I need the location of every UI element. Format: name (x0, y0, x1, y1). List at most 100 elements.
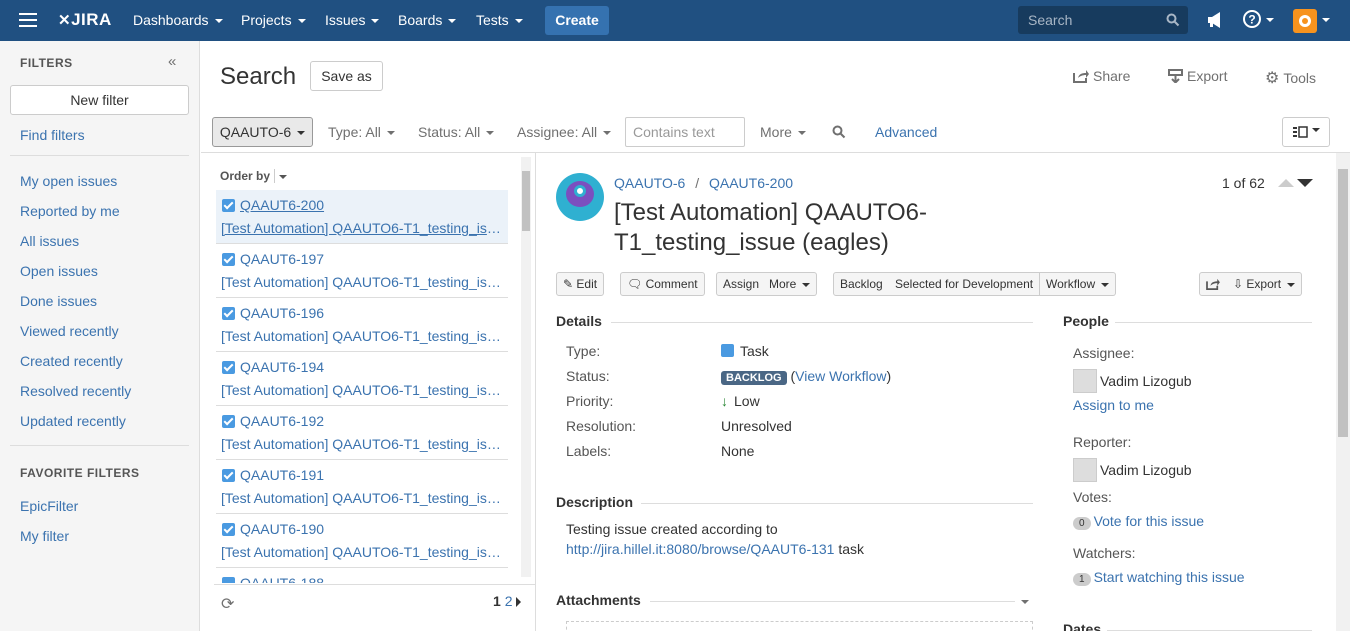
project-avatar[interactable] (556, 173, 604, 221)
divider (201, 152, 1350, 153)
next-issue-icon[interactable] (1297, 179, 1313, 187)
attachments-dropzone[interactable] (566, 621, 1033, 631)
project-filter[interactable]: QAAUTO-6 (212, 117, 313, 147)
help-icon[interactable]: ? (1243, 10, 1261, 31)
assignee-label: Assignee: (1073, 345, 1135, 361)
nav-issues[interactable]: Issues (325, 12, 380, 28)
assignee-name[interactable]: Vadim Lizogub (1100, 373, 1192, 389)
list-item[interactable]: QAAUT6-190 [Test Automation] QAAUTO6-T1_t… (216, 514, 508, 568)
export-dropdown[interactable]: ⇩ Export (1227, 272, 1303, 296)
nav-boards[interactable]: Boards (398, 12, 457, 28)
detail-scrollbar[interactable] (1336, 153, 1350, 631)
divider (214, 584, 535, 585)
nav-projects[interactable]: Projects (241, 12, 306, 28)
issue-key[interactable]: QAAUT6-194 (240, 359, 324, 375)
type-label: Type: (566, 343, 601, 359)
previous-issue-icon[interactable] (1278, 179, 1294, 187)
filter-created-recently[interactable]: Created recently (20, 353, 123, 369)
nav-tests[interactable]: Tests (476, 12, 523, 28)
share-button[interactable] (1199, 272, 1228, 296)
issue-key[interactable]: QAAUT6-190 (240, 521, 324, 537)
comment-button[interactable]: 🗨 Comment (620, 272, 705, 296)
list-item[interactable]: QAAUT6-192 [Test Automation] QAAUTO6-T1_t… (216, 406, 508, 460)
refresh-icon[interactable]: ⟳ (221, 594, 234, 614)
issue-summary[interactable]: [Test Automation] QAAUTO6-T1_testing_iss… (221, 220, 506, 236)
find-filters-link[interactable]: Find filters (20, 127, 85, 143)
view-workflow-link[interactable]: View Workflow (795, 368, 886, 384)
issue-key[interactable]: QAAUT6-196 (240, 305, 324, 321)
attachments-options-icon[interactable] (1021, 600, 1029, 604)
new-filter-button[interactable]: New filter (10, 85, 189, 115)
advanced-link[interactable]: Advanced (875, 124, 937, 140)
more-button[interactable]: More (763, 272, 818, 296)
watch-action[interactable]: 1 Start watching this issue (1073, 569, 1245, 586)
vote-action[interactable]: 0 Vote for this issue (1073, 513, 1204, 530)
page-next[interactable]: 2 (505, 593, 513, 609)
selected-for-development-button[interactable]: Selected for Development (889, 272, 1041, 296)
list-item[interactable]: QAAUT6-188 (216, 568, 508, 583)
next-page-icon[interactable] (516, 597, 522, 607)
collapse-icon[interactable]: « (168, 53, 176, 70)
filter-viewed-recently[interactable]: Viewed recently (20, 323, 119, 339)
issue-key[interactable]: QAAUT6-191 (240, 467, 324, 483)
export-icon (1168, 69, 1183, 84)
reporter-name[interactable]: Vadim Lizogub (1100, 462, 1192, 478)
tools-button[interactable]: ⚙ Tools (1265, 68, 1316, 88)
create-button[interactable]: Create (545, 6, 609, 35)
avatar[interactable] (1293, 9, 1317, 33)
megaphone-icon[interactable] (1206, 11, 1226, 29)
filter-resolved-recently[interactable]: Resolved recently (20, 383, 131, 399)
filter-open-issues[interactable]: Open issues (20, 263, 98, 279)
breadcrumb-project[interactable]: QAAUTO-6 (614, 175, 685, 191)
jira-logo[interactable]: ✕JIRA (58, 10, 112, 30)
nav-dashboards[interactable]: Dashboards (133, 12, 223, 28)
assign-button[interactable]: Assign (716, 272, 767, 296)
issue-summary[interactable]: [Test Automation] QAAUTO6-T1_testing_iss… (221, 490, 506, 506)
type-filter[interactable]: Type: All (328, 124, 395, 140)
issue-key[interactable]: QAAUT6-197 (240, 251, 324, 267)
issue-key[interactable]: QAAUT6-200 (240, 197, 324, 213)
filter-all-issues[interactable]: All issues (20, 233, 79, 249)
order-by[interactable]: Order by (220, 169, 288, 183)
issue-summary[interactable]: [Test Automation] QAAUTO6-T1_testing_iss… (221, 436, 506, 452)
filter-done-issues[interactable]: Done issues (20, 293, 97, 309)
edit-button[interactable]: ✎ Edit (556, 272, 605, 296)
contains-text-input[interactable]: Contains text (625, 117, 745, 147)
backlog-button[interactable]: Backlog (833, 272, 890, 296)
issue-summary[interactable]: [Test Automation] QAAUTO6-T1_testing_iss… (221, 382, 506, 398)
list-scrollbar[interactable] (521, 157, 531, 577)
workflow-button[interactable]: Workflow (1040, 272, 1117, 296)
list-item[interactable]: QAAUT6-200 [Test Automation] QAAUTO6-T1_t… (216, 190, 508, 244)
labels-value[interactable]: None (721, 443, 754, 459)
issue-summary[interactable]: [Test Automation] QAAUTO6-T1_testing_iss… (221, 544, 506, 560)
list-item[interactable]: QAAUT6-191 [Test Automation] QAAUTO6-T1_t… (216, 460, 508, 514)
vote-link[interactable]: Vote for this issue (1094, 513, 1205, 529)
search-input[interactable]: Search (1018, 6, 1188, 34)
list-item[interactable]: QAAUT6-194 [Test Automation] QAAUTO6-T1_t… (216, 352, 508, 406)
more-filter[interactable]: More (760, 124, 806, 140)
status-filter[interactable]: Status: All (418, 124, 495, 140)
assign-to-me-link[interactable]: Assign to me (1073, 397, 1154, 413)
list-item[interactable]: QAAUT6-196 [Test Automation] QAAUTO6-T1_t… (216, 298, 508, 352)
filter-reported-by-me[interactable]: Reported by me (20, 203, 120, 219)
issue-key[interactable]: QAAUT6-188 (240, 575, 324, 583)
layout-switcher[interactable] (1282, 117, 1330, 147)
export-button[interactable]: Export (1168, 68, 1227, 84)
share-button[interactable]: Share (1073, 68, 1130, 84)
list-item[interactable]: QAAUT6-197 [Test Automation] QAAUTO6-T1_t… (216, 244, 508, 298)
issue-summary[interactable]: [Test Automation] QAAUTO6-T1_testing_iss… (221, 328, 506, 344)
save-as-button[interactable]: Save as (310, 61, 383, 91)
search-icon[interactable] (832, 125, 846, 139)
filter-my-open-issues[interactable]: My open issues (20, 173, 117, 189)
menu-icon[interactable] (19, 13, 37, 27)
watch-link[interactable]: Start watching this issue (1094, 569, 1245, 585)
comment-icon: 🗨 (627, 277, 643, 291)
breadcrumb-issue[interactable]: QAAUT6-200 (709, 175, 793, 191)
issue-key[interactable]: QAAUT6-192 (240, 413, 324, 429)
favorite-epicfilter[interactable]: EpicFilter (20, 498, 78, 514)
description-link[interactable]: http://jira.hillel.it:8080/browse/QAAUT6… (566, 541, 834, 557)
assignee-filter[interactable]: Assignee: All (517, 124, 612, 140)
filter-updated-recently[interactable]: Updated recently (20, 413, 126, 429)
favorite-my-filter[interactable]: My filter (20, 528, 69, 544)
issue-summary[interactable]: [Test Automation] QAAUTO6-T1_testing_iss… (221, 274, 506, 290)
